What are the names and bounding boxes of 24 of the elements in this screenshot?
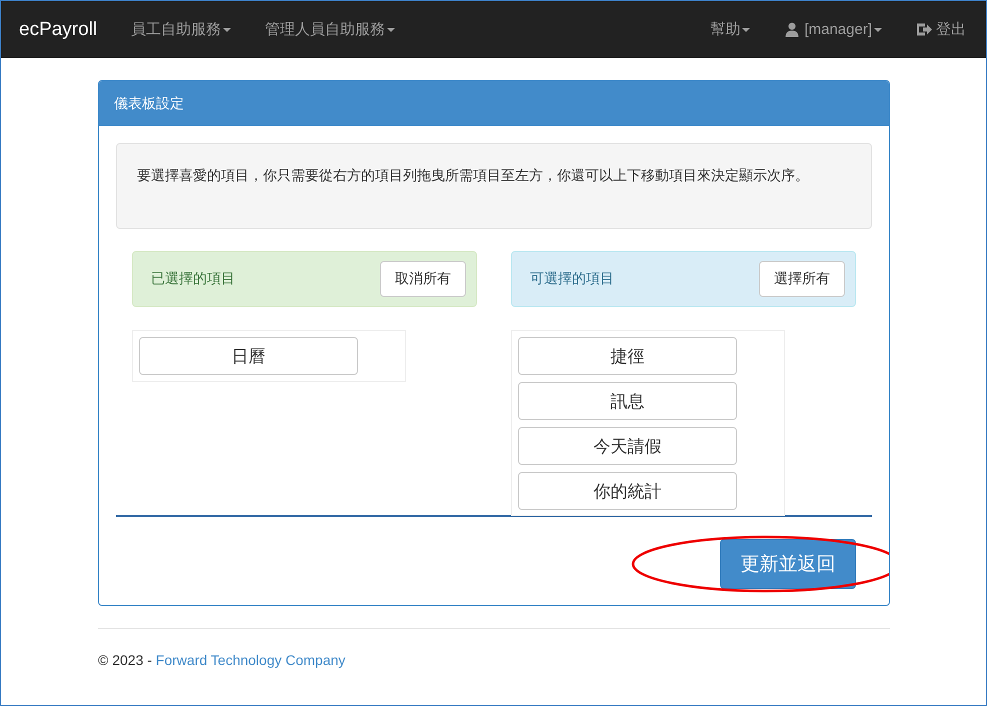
nav-menu[interactable]: 幫助 [710,20,750,39]
deselect-all-button[interactable]: 取消所有 [380,261,466,297]
list-item[interactable]: 你的統計 [518,472,737,510]
instructions-text: 要選擇喜愛的項目，你只需要從右方的項目列拖曳所需項目至左方，你還可以上下移動項目來決定顯示次序。 [137,166,810,185]
nav-menu[interactable]: 管理人員自助服務 [265,20,396,39]
company-link[interactable]: Forward Technology Company [156,652,346,668]
caret-icon [874,28,882,32]
update-return-button[interactable]: 更新並返回 [720,539,856,589]
select-all-button[interactable]: 選擇所有 [759,261,845,297]
list-item[interactable]: 日曆 [139,337,358,375]
selected-heading: 已選擇的項目 [151,270,235,288]
nav-menu[interactable]: 登出 [916,20,966,39]
nav-menu[interactable]: [manager] [784,21,882,38]
brand-link[interactable]: ecPayroll [19,18,98,40]
caret-icon [742,28,750,32]
list-item[interactable]: 今天請假 [518,427,737,465]
list-item[interactable]: 捷徑 [518,337,737,375]
user-icon [784,22,800,37]
available-heading: 可選擇的項目 [530,270,614,288]
panel-title: 儀表板設定 [114,94,184,112]
nav-menu[interactable]: 員工自助服務 [131,20,232,39]
copyright-text: © 2023 - [98,652,152,668]
logout-icon [916,22,932,37]
list-item[interactable]: 訊息 [518,382,737,420]
